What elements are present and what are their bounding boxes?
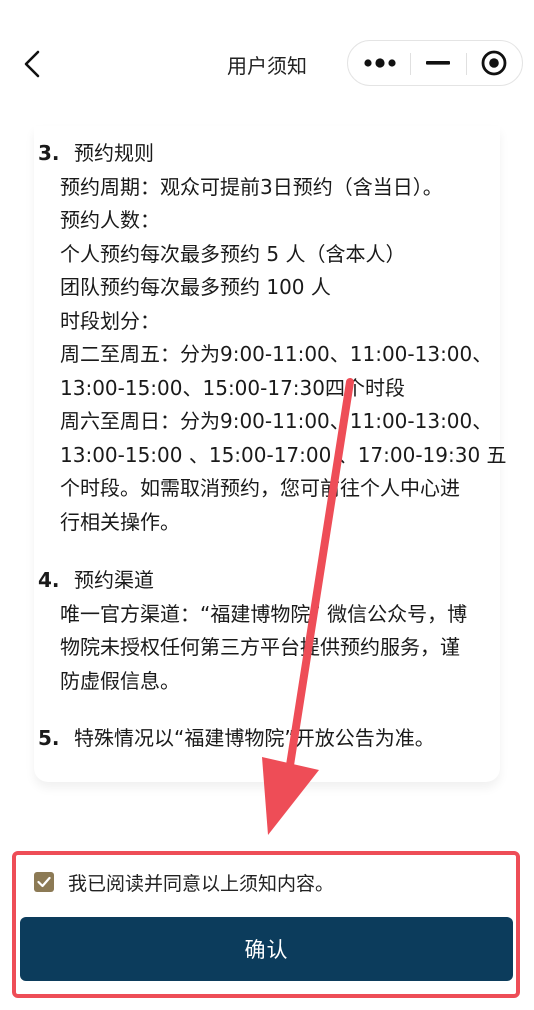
section-body: 预约周期：观众可提前3日预约（含当日）。 预约人数： 个人预约每次最多预约 5 …	[38, 171, 507, 540]
section-heading: 5. 特殊情况以“福建博物院”开放公告为准。	[38, 722, 504, 756]
minus-icon	[426, 61, 450, 65]
text-line: 13:00-15:00、15:00-17:30四个时段	[60, 375, 405, 400]
agreement-text: 我已阅读并同意以上须知内容。	[68, 872, 335, 895]
close-button[interactable]	[468, 41, 520, 85]
text-line: 防虚假信息。	[60, 668, 180, 693]
text-line: 个时段。如需取消预约，您可前往个人中心进	[60, 476, 460, 500]
section-special-cases: 5. 特殊情况以“福建博物院”开放公告为准。	[38, 722, 504, 756]
section-heading: 3. 预约规则	[38, 137, 504, 171]
more-button[interactable]	[354, 41, 406, 85]
text-line: 个人预约每次最多预约 5 人（含本人）	[60, 241, 406, 266]
capsule-divider	[466, 53, 467, 75]
text-line: 预约周期：观众可提前3日预约（含当日）。	[60, 174, 443, 199]
text-line: 行相关操作。	[60, 509, 180, 534]
section-title: 特殊情况以“福建博物院”开放公告为准。	[74, 726, 435, 750]
section-title: 预约规则	[74, 141, 154, 165]
section-number: 3.	[38, 141, 60, 165]
text-line: 周六至周日：分为9:00-11:00、11:00-13:00、	[60, 409, 493, 433]
section-number: 5.	[38, 726, 60, 750]
section-title: 预约渠道	[74, 568, 154, 592]
confirm-button[interactable]: 确认	[20, 917, 513, 981]
page: 用户须知 3. 预约规则 预约周期：观众可提前3日预约（含当日）。 预约人数： …	[0, 0, 534, 1010]
agreement-checkbox-row[interactable]: 我已阅读并同意以上须知内容。	[34, 870, 335, 895]
text-line: 时段划分：	[60, 308, 160, 333]
agreement-checkbox[interactable]	[34, 872, 54, 892]
capsule-divider	[410, 53, 411, 75]
mini-program-capsule	[347, 40, 523, 86]
text-line: 预约人数：	[60, 208, 160, 232]
minimize-button[interactable]	[412, 41, 464, 85]
notice-card: 3. 预约规则 预约周期：观众可提前3日预约（含当日）。 预约人数： 个人预约每…	[34, 126, 507, 782]
section-booking-rules: 3. 预约规则 预约周期：观众可提前3日预约（含当日）。 预约人数： 个人预约每…	[38, 137, 507, 540]
nav-bar: 用户须知	[0, 0, 534, 126]
section-booking-channel: 4. 预约渠道 唯一官方渠道：“福建博物院” 微信公众号，博 物院未授权任何第三…	[38, 564, 504, 698]
more-dots-icon	[364, 58, 396, 68]
text-line: 13:00-15:00 、15:00-17:00 、17:00-19:30 五	[60, 442, 507, 467]
section-body: 唯一官方渠道：“福建博物院” 微信公众号，博 物院未授权任何第三方平台提供预约服…	[38, 598, 504, 699]
target-circle-icon	[481, 50, 507, 76]
text-line: 周二至周五：分为9:00-11:00、11:00-13:00、	[60, 342, 493, 366]
checkmark-icon	[37, 876, 51, 888]
text-line: 物院未授权任何第三方平台提供预约服务，谨	[60, 635, 460, 659]
text-line: 唯一官方渠道：“福建博物院” 微信公众号，博	[60, 601, 468, 626]
text-line: 团队预约每次最多预约 100 人	[60, 275, 331, 299]
section-heading: 4. 预约渠道	[38, 564, 504, 598]
section-number: 4.	[38, 568, 60, 592]
